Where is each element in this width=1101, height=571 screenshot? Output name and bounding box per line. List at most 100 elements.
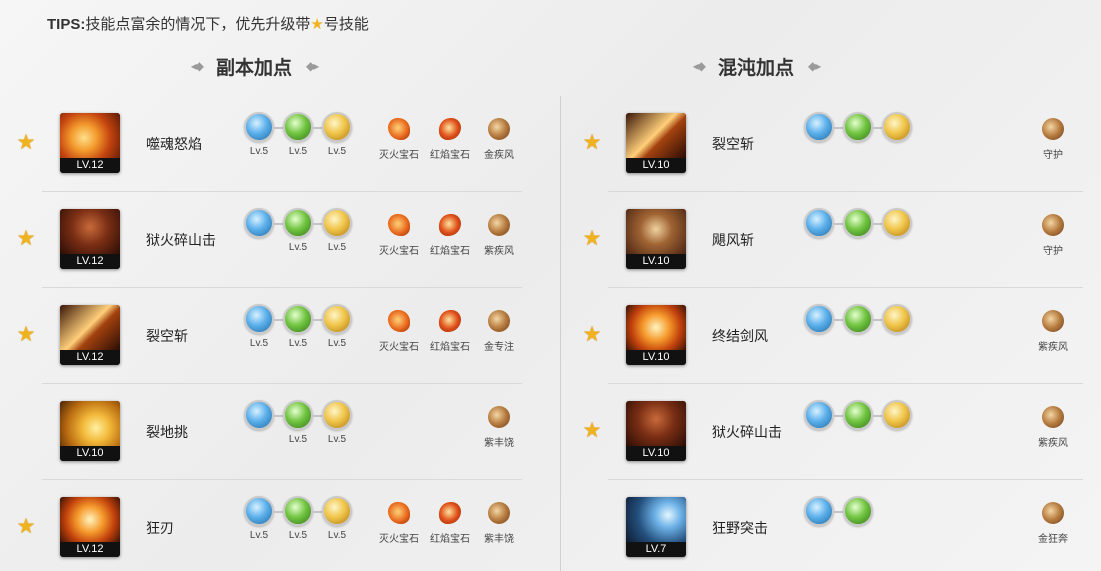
gem-wind-icon[interactable] [1041,213,1065,237]
rune-connector [274,415,283,417]
skill-name: 裂地挑 [146,424,188,440]
rune-blue-icon[interactable] [244,400,274,430]
rune-green-icon[interactable] [283,208,313,238]
rune-gold-icon[interactable] [322,208,352,238]
rune-gold-icon[interactable] [322,496,352,526]
skill-row: ★ LV.10 飓风斩 守护 [566,192,1101,288]
skill-row: ★ LV.10 裂空斩 守护 [566,96,1101,192]
gem-label: 紫疾风 [1038,342,1068,353]
gem-wind-icon[interactable] [487,309,511,333]
skill-name: 裂空斩 [712,136,754,152]
rune-gold-icon[interactable] [322,304,352,334]
rune-blue-icon[interactable] [804,304,834,334]
rune-gold-icon[interactable] [882,208,912,238]
gem-fire-icon[interactable] [387,309,411,333]
skill-row: LV.10 裂地挑 Lv.5 Lv.5 紫丰饶 [0,384,540,480]
skill-row: ★ LV.10 终结剑风 紫疾风 [566,288,1101,384]
rune-green-icon[interactable] [283,400,313,430]
rune-connector [834,127,843,129]
skill-art-icon [626,113,686,158]
gem-shape [488,502,510,524]
gem-wind-icon[interactable] [487,117,511,141]
rune-green-icon[interactable] [283,112,313,142]
gem-wind-icon[interactable] [1041,117,1065,141]
skill-row: ★ LV.12 噬魂怒焰 Lv.5 Lv.5 Lv.5 灭火宝石 红焰宝石 金疾风 [0,96,540,192]
rune-green-icon[interactable] [843,400,873,430]
gem-fire-icon[interactable] [387,501,411,525]
gem-label: 灭火宝石 [379,246,419,257]
skill-icon[interactable]: LV.10 [626,305,686,365]
skill-icon[interactable]: LV.12 [60,209,120,269]
gem-label: 金疾风 [484,150,514,161]
rune-blue-icon[interactable] [244,208,274,238]
rune-blue-icon[interactable] [804,112,834,142]
rune-gold-icon[interactable] [882,400,912,430]
gem-red-icon[interactable] [438,309,462,333]
skill-level: LV.10 [60,446,120,461]
rune-connector [274,319,283,321]
rune-level: Lv.5 [249,338,269,349]
skill-level: LV.10 [626,350,686,365]
rune-level: Lv.5 [249,146,269,157]
skill-icon[interactable]: LV.7 [626,497,686,557]
rune-green-icon[interactable] [283,496,313,526]
rune-connector [313,415,322,417]
gem-label: 红焰宝石 [430,150,470,161]
skill-icon[interactable]: LV.10 [626,401,686,461]
gem-label: 灭火宝石 [379,534,419,545]
gem-shape [1042,406,1064,428]
skill-art-icon [60,305,120,350]
gem-label: 守护 [1043,150,1063,161]
gem-wind-icon[interactable] [1041,405,1065,429]
gem-red-icon[interactable] [438,213,462,237]
rune-green-icon[interactable] [843,496,873,526]
rune-blue-icon[interactable] [244,496,274,526]
rune-gold-icon[interactable] [322,400,352,430]
gem-label: 红焰宝石 [430,246,470,257]
tips-key: TIPS: [47,16,86,33]
skill-icon[interactable]: LV.10 [626,113,686,173]
priority-star-icon: ★ [16,323,36,346]
rune-green-icon[interactable] [843,112,873,142]
skill-level: LV.12 [60,542,120,557]
gem-label: 紫疾风 [484,246,514,257]
rune-gold-icon[interactable] [322,112,352,142]
gem-red-icon[interactable] [438,117,462,141]
rune-blue-icon[interactable] [244,112,274,142]
skill-icon[interactable]: LV.12 [60,497,120,557]
skill-icon[interactable]: LV.12 [60,113,120,173]
rune-green-icon[interactable] [283,304,313,334]
gem-wind-icon[interactable] [487,213,511,237]
gem-wind-icon[interactable] [1041,309,1065,333]
right-arrow-decor-icon: ◆▸ [808,59,821,73]
skill-name: 狱火碎山击 [146,232,216,248]
rune-blue-icon[interactable] [804,400,834,430]
rune-green-icon[interactable] [843,208,873,238]
column-divider [560,96,561,571]
rune-level: Lv.5 [288,338,308,349]
rune-connector [274,223,283,225]
skill-name: 狂刃 [146,520,174,536]
rune-gold-icon[interactable] [882,112,912,142]
gem-shape [488,118,510,140]
gem-shape [1042,118,1064,140]
rune-green-icon[interactable] [843,304,873,334]
skill-icon[interactable]: LV.12 [60,305,120,365]
gem-fire-icon[interactable] [387,117,411,141]
rune-blue-icon[interactable] [804,208,834,238]
skill-art-icon [626,401,686,446]
gem-wind-icon[interactable] [487,501,511,525]
rune-blue-icon[interactable] [804,496,834,526]
rune-gold-icon[interactable] [882,304,912,334]
skill-icon[interactable]: LV.10 [60,401,120,461]
gem-wind-icon[interactable] [487,405,511,429]
skill-row: ★ LV.12 裂空斩 Lv.5 Lv.5 Lv.5 灭火宝石 红焰宝石 金专注 [0,288,540,384]
gem-red-icon[interactable] [438,501,462,525]
gem-fire-icon[interactable] [387,213,411,237]
star-icon: ★ [310,16,324,33]
skill-icon[interactable]: LV.10 [626,209,686,269]
rune-blue-icon[interactable] [244,304,274,334]
gem-shape [1042,214,1064,236]
gem-wind-icon[interactable] [1041,501,1065,525]
tips-text-before: 技能点富余的情况下，优先升级带 [85,16,311,33]
